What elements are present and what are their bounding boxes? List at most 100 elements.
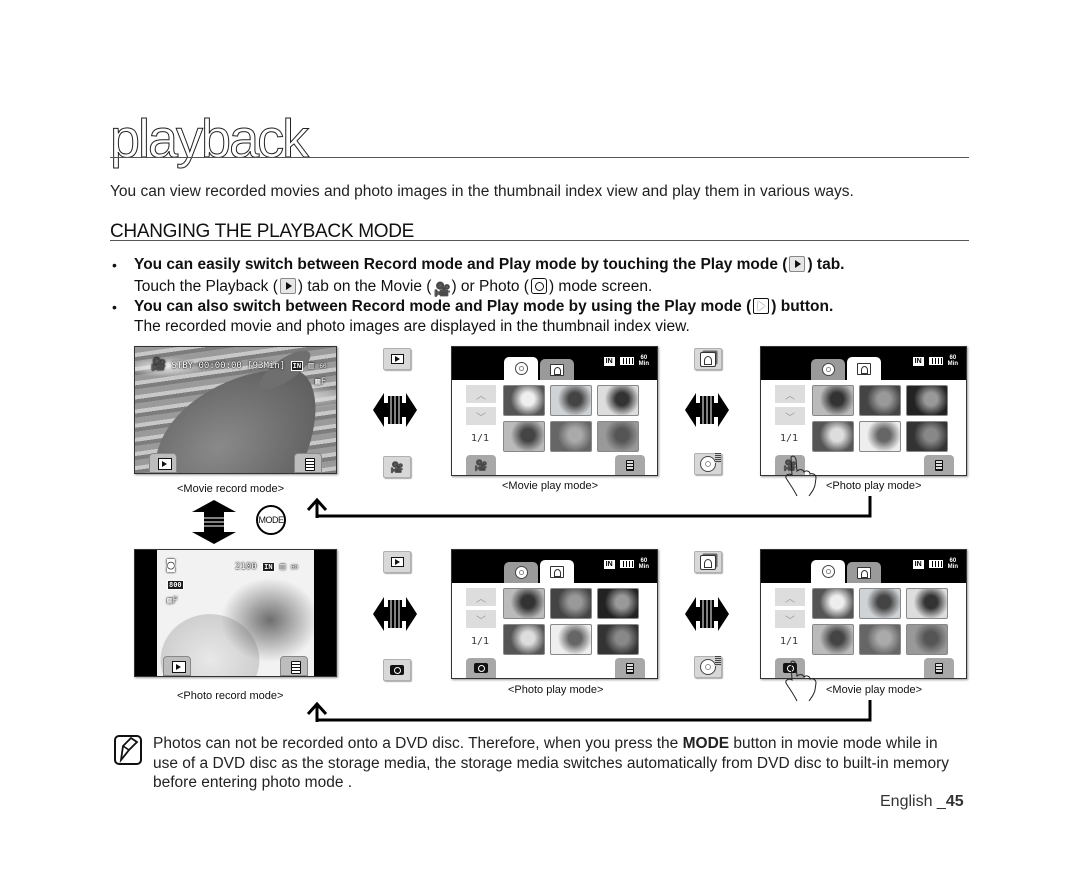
thumbnail-flowers[interactable]: [859, 385, 901, 416]
tab-movie[interactable]: [811, 560, 845, 583]
play-icon: [390, 354, 404, 364]
movie-reel-icon: [514, 566, 528, 579]
thumbnail-dolphin[interactable]: [597, 421, 639, 452]
bullet-dot: •: [112, 257, 117, 273]
touch-hand-icon: [785, 455, 817, 497]
status-icons: IN 60 Min: [912, 558, 958, 570]
movie-play-caption: <Movie play mode>: [502, 480, 598, 492]
timecode: 00:00:00: [198, 361, 242, 371]
movie-play-caption: <Movie play mode>: [826, 684, 922, 696]
thumbnail-bird[interactable]: [503, 588, 545, 619]
bullet-1-subtext: Touch the Playback () tab on the Movie (…: [134, 278, 653, 297]
thumbnail-grid: [503, 588, 639, 655]
storage-icon: IN: [912, 356, 924, 366]
movie-reel-icon: [821, 565, 835, 578]
storage-icon: IN: [912, 559, 924, 569]
bullet-dot: •: [112, 299, 117, 315]
battery-icon: [928, 357, 943, 365]
thumbnail-lakeside[interactable]: [597, 385, 639, 416]
photo-camera-icon: [474, 663, 488, 673]
movie-tab-button[interactable]: [694, 453, 722, 475]
movie-record-button[interactable]: 🎥: [466, 455, 496, 475]
storage-icon: IN: [262, 562, 275, 572]
thumbnail-bird[interactable]: [812, 385, 854, 416]
photo-play-caption: <Photo play mode>: [508, 684, 604, 696]
menu-button[interactable]: [280, 656, 308, 676]
photo-camera-icon: [390, 665, 404, 675]
tab-photo[interactable]: [540, 560, 574, 583]
battery-minutes: 60: [319, 363, 327, 370]
photo-tab-button[interactable]: [694, 348, 722, 370]
menu-button[interactable]: [615, 455, 645, 475]
menu-button[interactable]: [294, 453, 322, 473]
tab-movie[interactable]: [504, 357, 538, 380]
thumbnail-cactus[interactable]: [906, 385, 948, 416]
thumbnail-dog[interactable]: [812, 624, 854, 655]
bullet-2-heading: You can also switch between Record mode …: [134, 298, 834, 315]
thumbnail-water-lily[interactable]: [503, 385, 545, 416]
thumbnail-dandelion[interactable]: [812, 421, 854, 452]
note-text: Photos can not be recorded onto a DVD di…: [153, 735, 949, 791]
play-tab-button[interactable]: [383, 551, 411, 573]
scroll-down-button[interactable]: ﹀: [466, 407, 496, 425]
tab-movie[interactable]: [811, 359, 845, 380]
play-tab-icon: [789, 256, 806, 272]
play-tab-button[interactable]: [383, 348, 411, 370]
movie-record-tab-button[interactable]: 🎥: [383, 456, 411, 478]
scroll-up-button[interactable]: ︿: [775, 385, 805, 403]
playback-tab-button[interactable]: [149, 453, 177, 473]
scroll-up-button[interactable]: ︿: [466, 588, 496, 606]
scroll-up-button[interactable]: ︿: [775, 588, 805, 606]
battery-icon: ▥: [308, 361, 314, 371]
thumbnail-dolphin[interactable]: [906, 624, 948, 655]
photo-play-caption: <Photo play mode>: [826, 480, 922, 492]
page-counter: 1/1: [471, 636, 490, 647]
movie-camera-icon: 🎥: [474, 459, 488, 472]
tab-photo[interactable]: [540, 359, 574, 380]
play-mode-button-icon: [753, 298, 770, 314]
thumbnail-skier-jump[interactable]: [550, 385, 592, 416]
scroll-down-button[interactable]: ﹀: [775, 407, 805, 425]
battery-minutes: 60 Min: [638, 355, 649, 367]
tab-photo[interactable]: [847, 357, 881, 380]
status-icons: IN 60 Min: [603, 558, 649, 570]
scroll-up-button[interactable]: ︿: [466, 385, 496, 403]
movie-tab-button[interactable]: [694, 656, 722, 678]
thumbnail-lakeside[interactable]: [906, 588, 948, 619]
thumbnail-sea-horizon[interactable]: [550, 421, 592, 452]
thumbnail-water-lily[interactable]: [812, 588, 854, 619]
section-divider: [110, 240, 969, 241]
thumbnail-dog[interactable]: [503, 421, 545, 452]
double-arrow-horizontal: [373, 393, 417, 427]
thumbnail-skier-jump[interactable]: [859, 588, 901, 619]
photo-record-tab-button[interactable]: [383, 659, 411, 681]
thumbnail-puppies[interactable]: [859, 421, 901, 452]
scroll-down-button[interactable]: ﹀: [466, 610, 496, 628]
thumbnail-sea-horizon[interactable]: [859, 624, 901, 655]
menu-button[interactable]: [615, 658, 645, 678]
battery-minutes: 60 Min: [638, 558, 649, 570]
menu-button[interactable]: [924, 658, 954, 678]
bullet-2-subtext: The recorded movie and photo images are …: [134, 318, 690, 335]
thumbnail-fruits[interactable]: [906, 421, 948, 452]
letterbox-right: [314, 550, 336, 676]
photo-record-button[interactable]: [466, 658, 496, 678]
menu-button[interactable]: [924, 455, 954, 475]
playback-tab-button[interactable]: [163, 656, 191, 676]
thumbnail-fruits[interactable]: [597, 624, 639, 655]
thumbnail-puppies[interactable]: [550, 624, 592, 655]
photo-tab-button[interactable]: [694, 551, 722, 573]
intro-text: You can view recorded movies and photo i…: [110, 183, 854, 200]
page-counter: 1/1: [780, 636, 799, 647]
mode-button[interactable]: MODE: [256, 505, 286, 535]
movie-camera-icon: 🎥: [151, 357, 166, 371]
photo-icon: [550, 363, 564, 376]
thumbnail-flowers[interactable]: [550, 588, 592, 619]
thumbnail-dandelion[interactable]: [503, 624, 545, 655]
battery-icon: [619, 560, 634, 568]
thumbnail-cactus[interactable]: [597, 588, 639, 619]
tab-photo[interactable]: [847, 562, 881, 583]
battery-icon: ▥: [279, 562, 286, 572]
scroll-down-button[interactable]: ﹀: [775, 610, 805, 628]
tab-movie[interactable]: [504, 562, 538, 583]
